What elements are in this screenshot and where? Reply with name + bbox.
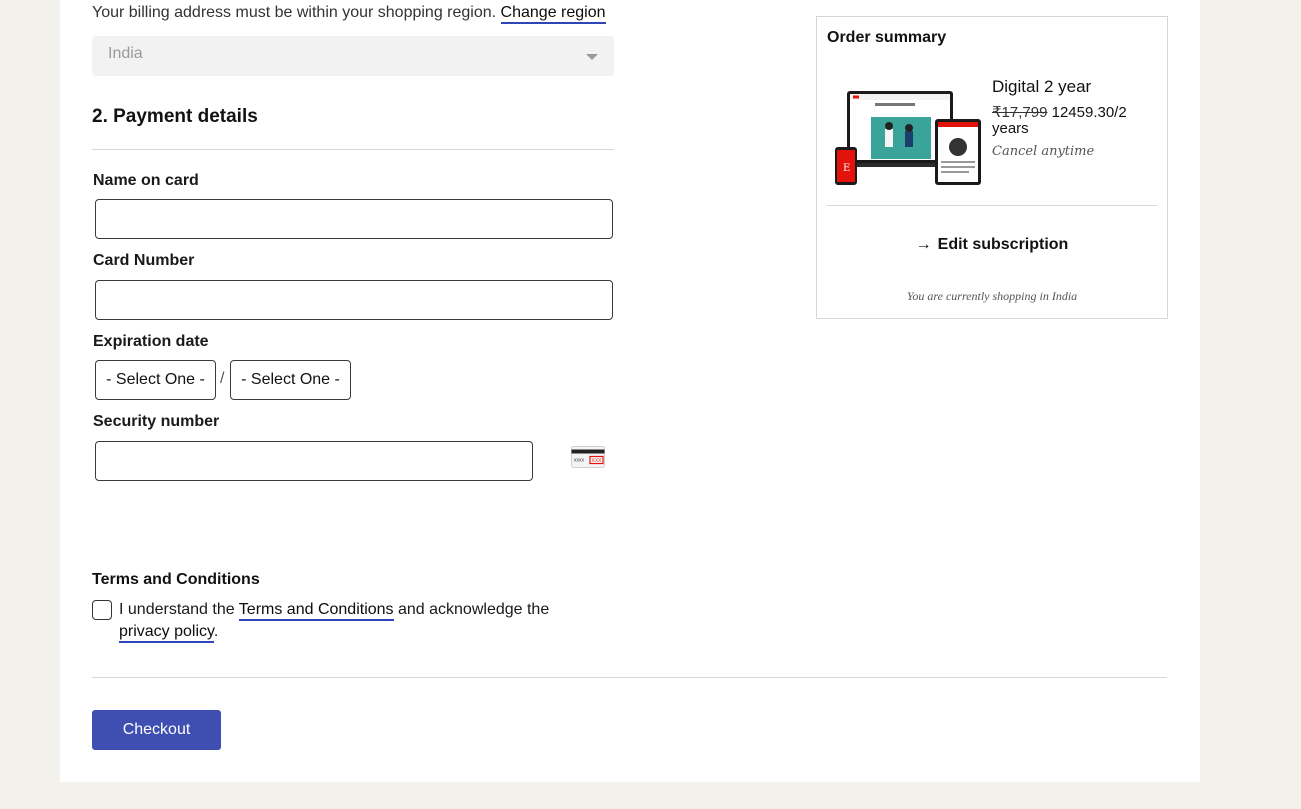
- terms-text: I understand the Terms and Conditions an…: [119, 599, 559, 643]
- date-separator: /: [220, 370, 225, 387]
- shopping-region-note: You are currently shopping in India: [906, 289, 1078, 303]
- security-number-label: Security number: [93, 413, 220, 430]
- section-divider: [92, 149, 614, 150]
- checkout-panel: Your billing address must be within your…: [60, 0, 1200, 782]
- security-code-card-icon: xxxx XXX: [571, 446, 605, 468]
- security-code-text: XXX: [592, 458, 603, 464]
- billing-region-note: Your billing address must be within your…: [92, 4, 606, 24]
- order-summary-title: Order summary: [827, 29, 947, 46]
- name-on-card-input[interactable]: [95, 199, 613, 239]
- payment-section-title: 2. Payment details: [92, 106, 258, 127]
- terms-checkbox[interactable]: [92, 600, 112, 620]
- terms-text-middle: and acknowledge the: [393, 601, 550, 618]
- security-card-text: xxxx: [574, 458, 585, 464]
- security-number-input[interactable]: [95, 441, 533, 481]
- card-number-label: Card Number: [93, 252, 195, 269]
- expiration-year-select[interactable]: - Select One -: [230, 360, 351, 400]
- arrow-right-icon: →: [915, 236, 932, 253]
- terms-title: Terms and Conditions: [92, 571, 260, 588]
- terms-text-start: I understand the: [119, 601, 239, 618]
- edit-subscription-label: Edit subscription: [937, 236, 1069, 253]
- region-value: India: [108, 45, 143, 62]
- footer-divider: [92, 677, 1167, 678]
- product-name: Digital 2 year: [992, 77, 1092, 96]
- expiration-date-label: Expiration date: [93, 333, 209, 350]
- summary-divider: [827, 205, 1157, 206]
- region-select[interactable]: India: [92, 36, 614, 76]
- cancel-anytime-note: Cancel anytime: [992, 144, 1095, 159]
- old-price: ₹17,799: [992, 104, 1048, 121]
- chevron-down-icon: [586, 54, 598, 60]
- order-summary: Order summary E Digital 2 year ₹17,799 1…: [816, 16, 1168, 319]
- card-number-input[interactable]: [95, 280, 613, 320]
- name-on-card-label: Name on card: [93, 172, 199, 189]
- product-price: ₹17,799 12459.30/2 years: [992, 105, 1142, 137]
- expiration-month-select[interactable]: - Select One -: [95, 360, 216, 400]
- terms-link[interactable]: Terms and Conditions: [238, 601, 394, 621]
- privacy-policy-link[interactable]: privacy policy: [119, 623, 214, 643]
- terms-text-end: .: [213, 623, 219, 640]
- phone-logo-letter: E: [843, 163, 850, 174]
- checkout-button[interactable]: Checkout: [92, 710, 221, 750]
- edit-subscription-link[interactable]: → Edit subscription: [817, 236, 1167, 254]
- change-region-link[interactable]: Change region: [500, 4, 606, 24]
- billing-note-text: Your billing address must be within your…: [92, 4, 497, 21]
- product-devices-image: E: [835, 91, 981, 185]
